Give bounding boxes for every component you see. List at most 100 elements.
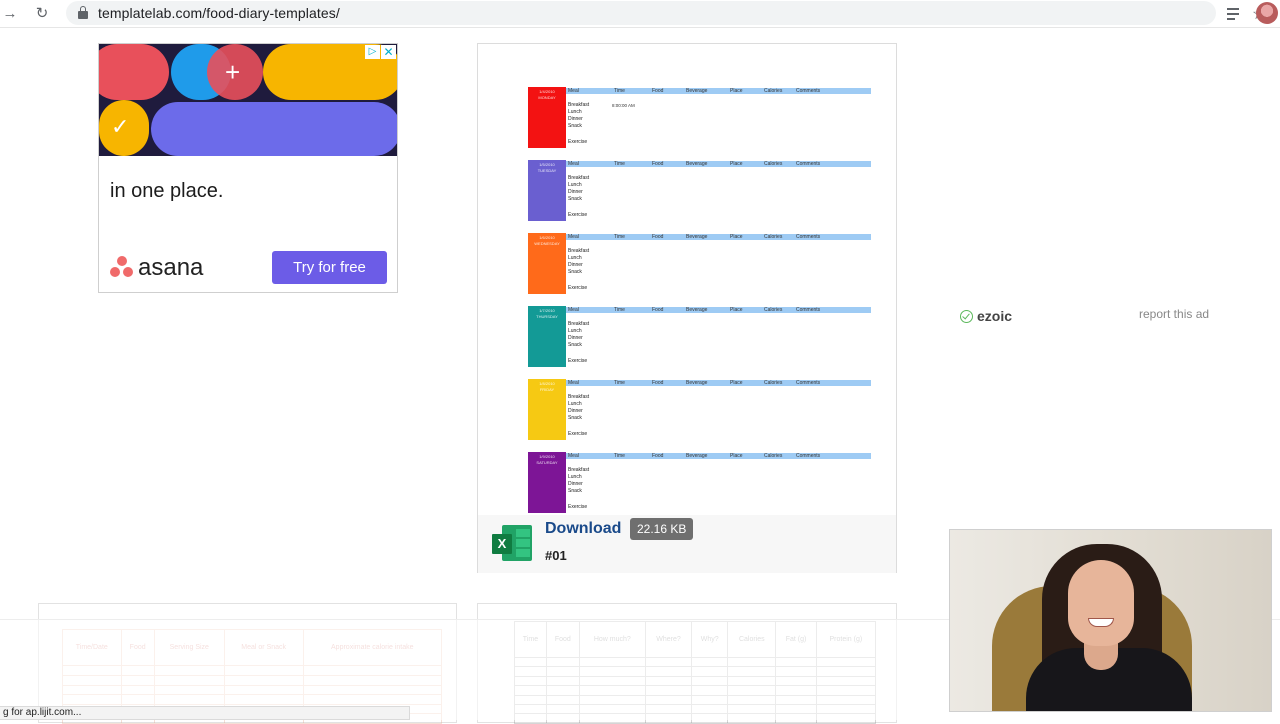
- day-name: WEDNESDAY: [534, 241, 560, 246]
- day-name: FRIDAY: [539, 387, 555, 392]
- diary-column-header: Beverage: [686, 380, 708, 386]
- day-color-swatch: 1/8/2010 FRIDAY: [528, 379, 566, 440]
- meal-label: Snack: [568, 123, 582, 129]
- asana-wordmark: asana: [138, 254, 204, 281]
- meal-label: Snack: [568, 488, 582, 494]
- template-card: 1/4/2010 MONDAY Meal Time Food Beverage Place C…: [477, 43, 897, 573]
- meal-label: Breakfast: [568, 467, 590, 473]
- diary-column-header: Time: [614, 161, 625, 167]
- close-ad-icon[interactable]: ✕: [381, 45, 396, 59]
- meal-label: Snack: [568, 342, 582, 348]
- diary-column-header: Comments: [796, 307, 821, 313]
- diary-column-header: Beverage: [686, 234, 708, 240]
- meal-label: Snack: [568, 196, 582, 202]
- diary-header-row: Meal Time Food Beverage Place Calories Comment…: [566, 453, 871, 459]
- diary-column-header: Calories: [764, 453, 783, 459]
- report-ad-link[interactable]: report this ad: [1139, 307, 1209, 321]
- meal-label: Dinner: [568, 116, 583, 122]
- diary-column-header: Meal: [568, 307, 579, 313]
- diary-day-block: 1/6/2010 WEDNESDAY Meal Time Food Beverage Pla…: [528, 233, 872, 294]
- diary-column-header: Food: [652, 380, 664, 386]
- check-icon: ✓: [111, 114, 130, 139]
- meal-labels: Breakfast Lunch Dinner Snack: [568, 175, 589, 203]
- try-for-free-button[interactable]: Try for free: [272, 251, 387, 284]
- meal-label: Breakfast: [568, 321, 590, 327]
- excel-badge: X: [492, 534, 512, 554]
- diary-column-header: Comments: [796, 380, 821, 386]
- meal-label: Lunch: [568, 474, 582, 480]
- diary-column-header: Calories: [764, 234, 783, 240]
- diary-header-row: Meal Time Food Beverage Place Calories Comment…: [566, 307, 871, 313]
- meal-label: Breakfast: [568, 175, 590, 181]
- day-name: SATURDAY: [536, 460, 558, 465]
- meal-labels: Breakfast Lunch Dinner Snack: [568, 321, 589, 349]
- reading-list-icon[interactable]: [1226, 4, 1244, 22]
- day-name: MONDAY: [538, 95, 556, 100]
- download-link[interactable]: Download: [545, 520, 621, 538]
- day-date: 1/8/2010: [539, 381, 555, 386]
- diary-column-header: Place: [730, 453, 743, 459]
- meal-label: Lunch: [568, 328, 582, 334]
- lock-icon[interactable]: [78, 6, 88, 19]
- adchoices-icon[interactable]: ▷: [365, 45, 380, 59]
- webcam-overlay: [949, 529, 1272, 712]
- diary-day-block: 1/9/2010 SATURDAY Meal Time Food Beverage Plac…: [528, 452, 872, 513]
- forward-icon[interactable]: →: [0, 4, 20, 24]
- meal-label: Breakfast: [568, 394, 590, 400]
- diary-column-header: Place: [730, 234, 743, 240]
- address-bar[interactable]: templatelab.com/food-diary-templates/ ☆: [66, 1, 1266, 25]
- diary-column-header: Beverage: [686, 161, 708, 167]
- diary-column-header: Meal: [568, 88, 579, 94]
- profile-avatar[interactable]: [1256, 2, 1278, 24]
- day-name: TUESDAY: [537, 168, 557, 173]
- diary-column-header: Calories: [764, 380, 783, 386]
- diary-column-header: Comments: [796, 453, 821, 459]
- meal-label: Lunch: [568, 401, 582, 407]
- day-date: 1/6/2010: [539, 235, 555, 240]
- meal-label: Dinner: [568, 335, 583, 341]
- meal-labels: Breakfast Lunch Dinner Snack: [568, 467, 589, 495]
- day-date: 1/9/2010: [539, 454, 555, 459]
- adchoices-controls[interactable]: ▷ ✕: [365, 45, 397, 59]
- meal-label: Dinner: [568, 408, 583, 414]
- meal-labels: Breakfast Lunch Dinner Snack: [568, 248, 589, 276]
- meal-label: Dinner: [568, 189, 583, 195]
- meal-label: Breakfast: [568, 248, 590, 254]
- day-color-swatch: 1/5/2010 TUESDAY: [528, 160, 566, 221]
- diary-column-header: Meal: [568, 453, 579, 459]
- diary-column-header: Food: [652, 88, 664, 94]
- day-date: 1/5/2010: [539, 162, 555, 167]
- asana-dots-icon: [110, 256, 134, 278]
- diary-header-row: Meal Time Food Beverage Place Calories Comment…: [566, 88, 871, 94]
- exercise-label: Exercise: [568, 285, 588, 291]
- day-name: THURSDAY: [536, 314, 558, 319]
- diary-column-header: Beverage: [686, 307, 708, 313]
- ad-hero-graphic: + ✓: [99, 44, 397, 156]
- meal-label: Snack: [568, 269, 582, 275]
- diary-column-header: Beverage: [686, 88, 708, 94]
- food-diary-preview[interactable]: 1/4/2010 MONDAY Meal Time Food Beverage Place C…: [528, 87, 872, 517]
- diary-column-header: Time: [614, 88, 625, 94]
- diary-column-header: Beverage: [686, 453, 708, 459]
- meal-label: Lunch: [568, 182, 582, 188]
- exercise-label: Exercise: [568, 431, 588, 437]
- diary-column-header: Food: [652, 453, 664, 459]
- diary-column-header: Comments: [796, 161, 821, 167]
- exercise-label: Exercise: [568, 358, 588, 364]
- ad-headline: in one place.: [110, 180, 224, 202]
- plus-icon: +: [225, 57, 241, 87]
- diary-header-row: Meal Time Food Beverage Place Calories Comment…: [566, 161, 871, 167]
- diary-column-header: Time: [614, 307, 625, 313]
- asana-ad[interactable]: + ✓ ▷ ✕ in one place. asana Try for free: [98, 43, 398, 293]
- ezoic-wordmark: ezoic: [977, 308, 1013, 324]
- diary-column-header: Comments: [796, 234, 821, 240]
- presenter-face: [1068, 560, 1134, 646]
- file-size-badge: 22.16 KB: [630, 518, 694, 540]
- day-color-swatch: 1/6/2010 WEDNESDAY: [528, 233, 566, 294]
- url-text[interactable]: templatelab.com/food-diary-templates/: [98, 5, 340, 21]
- meal-label: Dinner: [568, 262, 583, 268]
- meal-label: Dinner: [568, 481, 583, 487]
- diary-column-header: Place: [730, 380, 743, 386]
- reload-icon[interactable]: ↻: [32, 4, 52, 24]
- meal-labels: Breakfast Lunch Dinner Snack: [568, 102, 589, 130]
